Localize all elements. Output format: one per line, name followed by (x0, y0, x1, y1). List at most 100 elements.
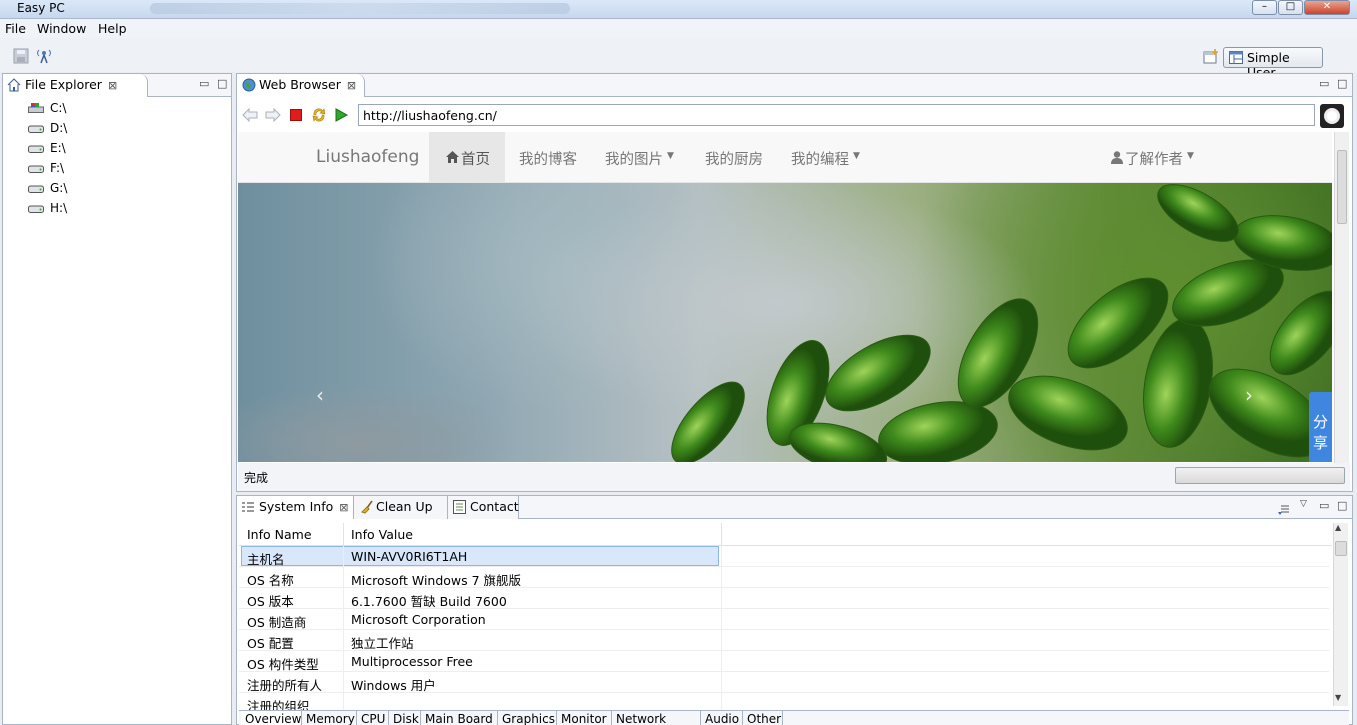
tab-system-info[interactable]: System Info ⊠ (237, 496, 354, 519)
category-tab[interactable]: Main Board (421, 711, 498, 725)
scroll-down-icon[interactable]: ▼ (1335, 693, 1341, 702)
category-tab[interactable]: Other (743, 711, 783, 725)
maximize-panel-icon[interactable]: □ (1337, 499, 1347, 512)
table-row[interactable]: OS 版本 6.1.7600 暂缺 Build 7600 (239, 588, 1329, 609)
minimize-panel-icon[interactable]: ▭ (1319, 499, 1329, 512)
scroll-up-icon[interactable]: ▲ (1335, 523, 1341, 532)
drive-label: C:\ (50, 101, 67, 115)
close-window-button[interactable]: ✕ (1304, 0, 1350, 15)
tab-contact[interactable]: Contact (448, 496, 519, 519)
carousel-next-control[interactable]: › (1245, 383, 1253, 407)
nav-about-author[interactable]: 了解作者 (1125, 148, 1183, 169)
table-row[interactable]: 主机名 WIN-AVV0RI6T1AH (239, 546, 1329, 567)
maximize-button[interactable]: □ (1278, 0, 1303, 15)
header-info-value[interactable]: Info Value (351, 523, 413, 546)
nav-kitchen[interactable]: 我的厨房 (705, 148, 763, 169)
category-tab[interactable]: Overview (241, 711, 302, 725)
nav-pictures[interactable]: 我的图片 (605, 148, 663, 169)
info-name-cell: OS 版本 (247, 594, 294, 609)
nav-home[interactable]: 首页 (461, 148, 490, 169)
tab-clean-up[interactable]: Clean Up (354, 496, 448, 519)
browser-scrollbar[interactable] (1334, 132, 1349, 463)
file-explorer-panel: File Explorer ⊠ ▭ □ C:\ D:\ E:\ F:\ G:\ H:\ (2, 73, 232, 725)
user-icon (1111, 151, 1123, 164)
table-row[interactable]: 注册的所有人 Windows 用户 (239, 672, 1329, 693)
nav-programming[interactable]: 我的编程 (791, 148, 849, 169)
minimize-button[interactable]: – (1252, 0, 1277, 15)
category-tab[interactable]: Monitor (557, 711, 612, 725)
category-tab[interactable]: Disk (389, 711, 421, 725)
info-value-cell: Multiprocessor Free (351, 654, 473, 669)
info-name-cell: 主机名 (247, 552, 285, 567)
antenna-icon[interactable] (36, 48, 52, 64)
scrollbar-thumb[interactable] (1337, 150, 1347, 224)
view-menu-icon[interactable] (1277, 504, 1289, 516)
category-tab[interactable]: Network Card (612, 711, 701, 725)
column-divider (721, 567, 722, 588)
chevron-down-icon[interactable]: ▽ (1300, 499, 1307, 509)
maximize-panel-icon[interactable]: □ (1337, 77, 1347, 90)
share-button[interactable]: 分享 (1309, 392, 1332, 462)
tab-web-browser-label: Web Browser (259, 77, 341, 92)
simple-user-perspective-button[interactable]: Simple User (1223, 47, 1323, 80)
stop-icon[interactable] (290, 109, 302, 121)
scrollbar-thumb[interactable] (1335, 541, 1347, 556)
column-divider (343, 546, 344, 567)
info-name-cell: OS 名称 (247, 573, 294, 588)
site-brand[interactable]: Liushaofeng (316, 147, 419, 167)
tab-file-explorer-label: File Explorer (25, 77, 102, 92)
open-perspective-icon[interactable] (1203, 49, 1219, 65)
app-title: Easy PC (17, 1, 65, 15)
table-row[interactable]: OS 名称 Microsoft Windows 7 旗舰版 (239, 567, 1329, 588)
minimize-panel-icon[interactable]: ▭ (1319, 77, 1329, 90)
info-name-cell: OS 制造商 (247, 615, 307, 630)
refresh-icon[interactable] (311, 107, 327, 123)
hard-drive-icon (28, 165, 44, 173)
row-selection-highlight (241, 546, 719, 566)
save-icon[interactable] (13, 48, 29, 64)
table-scrollbar[interactable]: ▲ ▼ (1333, 523, 1348, 706)
drive-label: F:\ (50, 161, 65, 175)
tab-file-explorer[interactable]: File Explorer ⊠ (3, 74, 148, 97)
system-info-panel: System Info ⊠ Clean Up Contact ▽ ▭ □ Info… (236, 495, 1353, 725)
maximize-panel-icon[interactable]: □ (217, 77, 227, 90)
drive-label: D:\ (50, 121, 68, 135)
house-icon (7, 78, 21, 92)
tab-web-browser[interactable]: Web Browser ⊠ (237, 74, 365, 97)
site-navbar: Liushaofeng 首页 我的博客 我的图片 ▼ 我的厨房 我的编程 ▼ 了… (238, 132, 1332, 183)
menu-window[interactable]: Window (37, 21, 86, 36)
hard-drive-icon (28, 205, 44, 213)
category-tab[interactable]: Memory (302, 711, 357, 725)
header-info-name[interactable]: Info Name (247, 523, 312, 546)
category-tab[interactable]: Audio (701, 711, 743, 725)
title-bar[interactable]: Easy PC – □ ✕ (0, 0, 1357, 19)
column-divider (721, 546, 722, 567)
system-info-table: Info Name Info Value 主机名 WIN-AVV0RI6T1AH O… (239, 523, 1332, 718)
forward-arrow-icon[interactable] (265, 108, 281, 122)
column-divider (343, 630, 344, 651)
close-tab-icon[interactable]: ⊠ (347, 79, 356, 92)
minimize-panel-icon[interactable]: ▭ (199, 77, 209, 90)
drive-label: H:\ (50, 201, 68, 215)
category-tab[interactable]: CPU (357, 711, 389, 725)
menu-help[interactable]: Help (98, 21, 127, 36)
column-divider (721, 672, 722, 693)
hard-drive-icon (28, 185, 44, 193)
drive-label: G:\ (50, 181, 68, 195)
table-row[interactable]: OS 配置 独立工作站 (239, 630, 1329, 651)
table-row[interactable]: OS 制造商 Microsoft Corporation (239, 609, 1329, 630)
go-icon[interactable] (335, 108, 348, 122)
carousel-prev-control[interactable]: ‹ (316, 383, 324, 407)
category-tab[interactable]: Graphics (498, 711, 557, 725)
column-divider (343, 609, 344, 630)
category-tabbar: Overview Memory CPU Disk Main Board Graphics M… (239, 710, 1349, 725)
tab-clean-up-label: Clean Up (376, 499, 433, 514)
menu-file[interactable]: File (5, 21, 26, 36)
close-tab-icon[interactable]: ⊠ (108, 79, 117, 92)
nav-blog[interactable]: 我的博客 (519, 148, 577, 169)
table-row[interactable]: OS 构件类型 Multiprocessor Free (239, 651, 1329, 672)
web-browser-tabstrip: Web Browser ⊠ ▭ □ (237, 74, 1352, 97)
back-arrow-icon[interactable] (242, 108, 258, 122)
close-tab-icon[interactable]: ⊠ (339, 501, 348, 514)
url-input[interactable]: http://liushaofeng.cn/ (358, 104, 1315, 126)
